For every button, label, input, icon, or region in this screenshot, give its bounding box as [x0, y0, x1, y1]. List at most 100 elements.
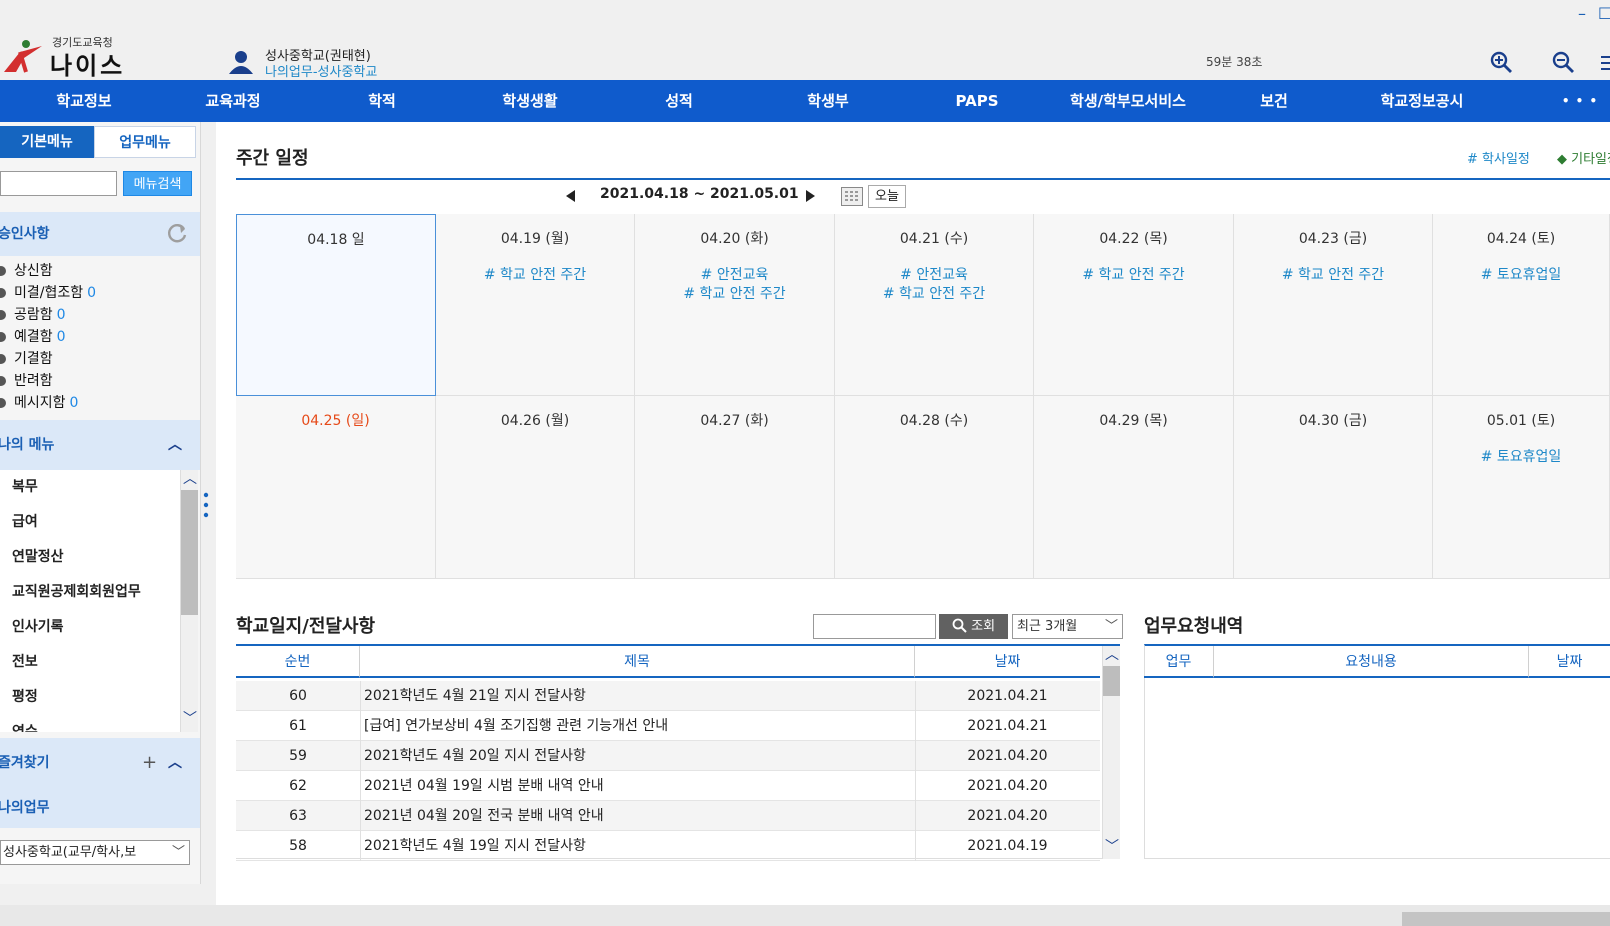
add-favorite-icon[interactable]: + — [142, 738, 157, 788]
calendar-day-cell[interactable]: 04.24 (토) # 토요휴업일 — [1433, 214, 1610, 396]
scroll-down-icon[interactable]: ﹀ — [1105, 836, 1119, 856]
calendar-day-cell[interactable]: 05.01 (토) # 토요휴업일 — [1433, 396, 1610, 579]
schedule-event[interactable]: # 학교 안전 주간 — [1034, 264, 1233, 284]
table-row[interactable]: 59 2021학년도 4월 20일 지시 전달사항 2021.04.20 — [236, 741, 1100, 771]
my-menu-item[interactable]: 복무 — [0, 470, 180, 505]
horizontal-scroll-thumb[interactable] — [1402, 912, 1610, 926]
minimize-button[interactable]: – — [1578, 4, 1586, 23]
my-menu-item[interactable]: 평정 — [0, 680, 180, 715]
refresh-icon[interactable] — [166, 222, 188, 244]
notices-scrollbar[interactable]: ︿ ﹀ — [1102, 646, 1120, 859]
nav-paps[interactable]: PAPS — [917, 80, 1037, 122]
calendar-day-cell[interactable]: 04.28 (수) — [835, 396, 1034, 579]
favorites-section-header[interactable]: 즐겨찾기 + ︿ — [0, 738, 200, 788]
my-menu-item[interactable]: 교직원공제회회원업무 — [0, 575, 180, 610]
nav-student-records[interactable]: 학적 — [322, 80, 442, 122]
approval-item-completed[interactable]: 기결함 — [0, 348, 57, 368]
day-date: 05.01 (토) — [1486, 413, 1556, 429]
menu-search-button[interactable]: 메뉴검색 — [123, 171, 192, 196]
nav-curriculum[interactable]: 교육과정 — [173, 80, 293, 122]
maximize-button[interactable]: ☐ — [1598, 4, 1610, 23]
table-row[interactable]: 61 [급여] 연가보상비 4월 조기집행 관련 기능개선 안내 2021.04.2… — [236, 711, 1100, 741]
chevron-up-icon[interactable]: ︿ — [168, 420, 182, 470]
nav-health[interactable]: 보건 — [1214, 80, 1334, 122]
nav-grades[interactable]: 성적 — [619, 80, 739, 122]
prev-week-icon[interactable] — [566, 190, 575, 202]
calendar-day-cell[interactable]: 04.29 (목) — [1034, 396, 1234, 579]
calendar-day-cell[interactable]: 04.20 (화) # 안전교육 # 학교 안전 주간 — [635, 214, 835, 396]
calendar-day-cell[interactable]: 04.25 (일) — [236, 396, 436, 579]
nav-school-info[interactable]: 학교정보 — [24, 80, 144, 122]
schedule-event[interactable]: # 학교 안전 주간 — [436, 264, 634, 284]
week-navigator — [236, 178, 1610, 214]
weekly-schedule-title: 주간 일정 — [236, 148, 309, 169]
approval-item-rejected[interactable]: 반려함 — [0, 370, 57, 390]
nav-school-disclosure[interactable]: 학교정보공시 — [1362, 80, 1482, 122]
calendar-day-cell[interactable]: 04.21 (수) # 안전교육 # 학교 안전 주간 — [835, 214, 1034, 396]
table-row[interactable]: 63 2021년 04월 20일 전국 분배 내역 안내 2021.04.20 — [236, 801, 1100, 831]
notice-search-input[interactable] — [813, 614, 936, 639]
chevron-up-icon[interactable]: ︿ — [168, 738, 182, 788]
zoom-out-icon[interactable] — [1551, 50, 1575, 74]
approval-item-scheduled[interactable]: 예결함 0 — [0, 326, 66, 346]
calendar-day-cell[interactable]: 04.23 (금) # 학교 안전 주간 — [1234, 214, 1433, 396]
scroll-down-icon[interactable]: ﹀ — [183, 708, 197, 728]
my-menu-section-header[interactable]: 나의 메뉴 ︿ — [0, 420, 200, 470]
day-date: 04.18 일 — [307, 232, 365, 248]
table-row[interactable]: 62 2021년 04월 19일 시범 분배 내역 안내 2021.04.20 — [236, 771, 1100, 801]
scroll-up-icon[interactable]: ︿ — [1105, 644, 1119, 664]
tab-basic-menu[interactable]: 기본메뉴 — [0, 126, 94, 158]
column-divider — [915, 711, 916, 741]
zoom-in-icon[interactable] — [1489, 50, 1513, 74]
my-menu-item[interactable]: 연수 — [0, 715, 180, 732]
my-menu-item[interactable]: 전보 — [0, 645, 180, 680]
calendar-day-cell[interactable]: 04.19 (월) # 학교 안전 주간 — [436, 214, 635, 396]
day-date: 04.27 (화) — [700, 413, 769, 429]
my-menu-item[interactable]: 급여 — [0, 505, 180, 540]
today-button[interactable]: 오늘 — [868, 185, 906, 208]
schedule-event[interactable]: # 토요휴업일 — [1433, 264, 1609, 284]
tab-work-menu[interactable]: 업무메뉴 — [94, 126, 196, 158]
calendar-day-cell[interactable]: 04.30 (금) — [1234, 396, 1433, 579]
sidebar-resize-handle-icon[interactable] — [203, 491, 209, 519]
my-menu-scrollbar[interactable]: ︿ ﹀ — [180, 470, 198, 732]
my-work-section-header[interactable]: 나의업무 — [0, 788, 200, 828]
schedule-event[interactable]: # 학교 안전 주간 — [635, 283, 834, 303]
scroll-thumb[interactable] — [181, 490, 198, 615]
nav-student-parent-service[interactable]: 학생/학부모서비스 — [1048, 80, 1208, 122]
approval-item-pending[interactable]: 미결/협조함 0 — [0, 282, 96, 302]
schedule-event[interactable]: # 안전교육 — [835, 264, 1033, 284]
nav-more-icon[interactable]: • • • — [1550, 80, 1610, 122]
school-select[interactable]: 성사중학교(교무/학사,보 ﹀ — [0, 840, 190, 865]
table-row[interactable]: 58 2021학년도 4월 19일 지시 전달사항 2021.04.19 — [236, 831, 1100, 861]
schedule-event[interactable]: # 토요휴업일 — [1433, 446, 1609, 466]
my-menu-item[interactable]: 인사기록 — [0, 610, 180, 645]
user-dept-link[interactable]: 나의업무-성사중학교 — [265, 61, 377, 80]
approval-item-messages[interactable]: 메시지함 0 — [0, 392, 78, 412]
notice-search-button[interactable]: 조회 — [939, 614, 1008, 639]
menu-icon[interactable] — [1601, 54, 1610, 72]
schedule-event[interactable]: # 학교 안전 주간 — [1234, 264, 1432, 284]
calendar-day-cell[interactable]: 04.18 일 — [236, 214, 436, 396]
table-row[interactable]: 60 2021학년도 4월 21일 지시 전달사항 2021.04.21 — [236, 681, 1100, 711]
app-name[interactable]: 나이스 — [50, 46, 125, 81]
calendar-day-cell[interactable]: 04.22 (목) # 학교 안전 주간 — [1034, 214, 1234, 396]
scroll-thumb[interactable] — [1103, 666, 1120, 696]
chevron-down-icon: ﹀ — [171, 845, 185, 860]
period-select[interactable]: 최근 3개월 ﹀ — [1012, 614, 1123, 639]
approval-item-submitted[interactable]: 상신함 — [0, 260, 57, 280]
calendar-day-cell[interactable]: 04.26 (월) — [436, 396, 635, 579]
approval-item-circulated[interactable]: 공람함 0 — [0, 304, 66, 324]
nav-student-register[interactable]: 학생부 — [768, 80, 888, 122]
scroll-up-icon[interactable]: ︿ — [183, 468, 197, 488]
my-work-title: 나의업무 — [0, 800, 50, 816]
nav-student-life[interactable]: 학생생활 — [470, 80, 590, 122]
next-week-icon[interactable] — [806, 190, 815, 202]
calendar-icon[interactable] — [841, 187, 863, 206]
my-menu-item[interactable]: 연말정산 — [0, 540, 180, 575]
menu-search-input[interactable] — [0, 171, 117, 196]
schedule-event[interactable]: # 안전교육 — [635, 264, 834, 284]
calendar-day-cell[interactable]: 04.27 (화) — [635, 396, 835, 579]
user-icon — [229, 51, 253, 74]
schedule-event[interactable]: # 학교 안전 주간 — [835, 283, 1033, 303]
